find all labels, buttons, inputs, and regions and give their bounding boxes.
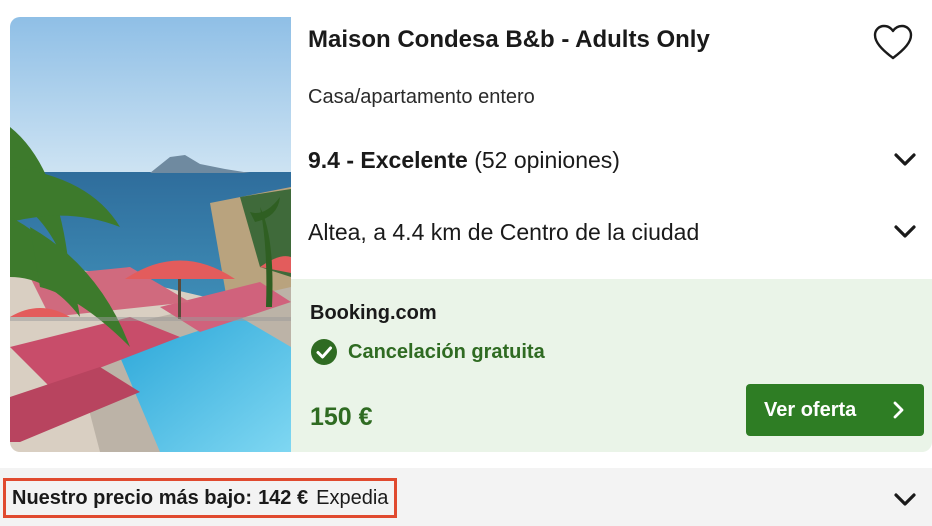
- hotel-card: Maison Condesa B&b - Adults Only Casa/ap…: [10, 17, 932, 452]
- review-count: (52 opiniones): [474, 147, 620, 173]
- location-toggle[interactable]: Altea, a 4.4 km de Centro de la ciudad: [308, 214, 918, 250]
- hotel-title[interactable]: Maison Condesa B&b - Adults Only: [308, 26, 710, 54]
- cancellation-label: Cancelación gratuita: [348, 340, 545, 363]
- view-offer-button[interactable]: Ver oferta: [746, 384, 924, 436]
- chevron-right-icon: [888, 400, 908, 420]
- hotel-photo[interactable]: [10, 17, 291, 452]
- location-text: Altea, a 4.4 km de Centro de la ciudad: [308, 219, 700, 245]
- rating-toggle[interactable]: 9.4 - Excelente (52 opiniones): [308, 142, 918, 178]
- accommodation-type: Casa/apartamento entero: [308, 86, 535, 108]
- deal-provider: Booking.com: [310, 302, 437, 324]
- chevron-down-icon: [892, 488, 918, 512]
- hotel-info: Maison Condesa B&b - Adults Only Casa/ap…: [291, 17, 932, 279]
- chevron-down-icon: [892, 220, 918, 244]
- free-cancellation: Cancelación gratuita: [310, 338, 545, 366]
- heart-outline-icon: [873, 24, 913, 60]
- chevron-down-icon: [892, 148, 918, 172]
- lowest-price-highlight: Nuestro precio más bajo: 142 € Expedia: [3, 478, 398, 518]
- deal-price: 150 €: [310, 403, 373, 431]
- lowest-price-label: Nuestro precio más bajo:: [12, 486, 253, 509]
- lowest-price-row[interactable]: Nuestro precio más bajo: 142 € Expedia: [0, 468, 932, 526]
- lowest-price-site: Expedia: [316, 486, 389, 509]
- hotel-photo-illustration: [10, 17, 291, 452]
- rating-summary: 9.4 - Excelente (52 opiniones): [308, 142, 918, 178]
- lowest-price-value: 142 €: [258, 486, 309, 509]
- deal-panel: Booking.com Cancelación gratuita 150 € V…: [291, 279, 932, 452]
- rating-score: 9.4 - Excelente: [308, 147, 468, 173]
- favorite-button[interactable]: [871, 21, 915, 65]
- view-offer-label: Ver oferta: [764, 398, 857, 421]
- check-circle-icon: [310, 338, 338, 366]
